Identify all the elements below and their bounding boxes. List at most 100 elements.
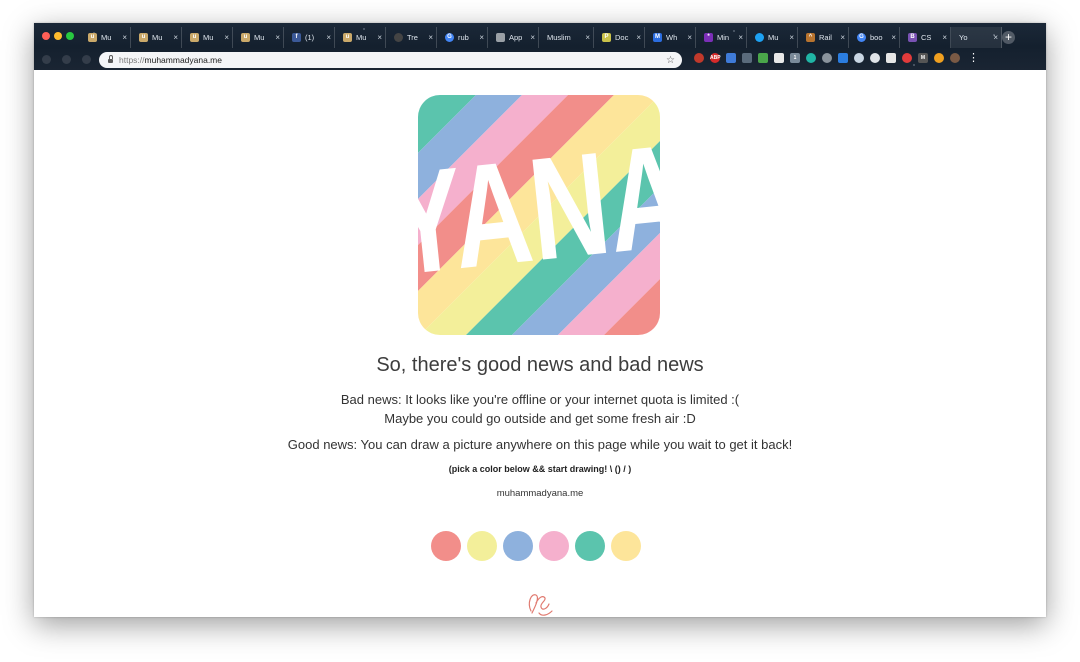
tab-favicon-icon: M bbox=[653, 33, 662, 42]
tab-favicon-icon: u bbox=[88, 33, 97, 42]
tab-close-icon[interactable]: × bbox=[585, 33, 590, 42]
extension-icon-1[interactable]: ABP bbox=[710, 53, 721, 63]
tab-favicon-icon: ^ bbox=[806, 33, 815, 42]
color-palette bbox=[431, 531, 647, 561]
tab-close-icon[interactable]: × bbox=[275, 33, 280, 42]
extension-icon-2[interactable] bbox=[726, 53, 736, 63]
extension-icon-11[interactable] bbox=[870, 53, 880, 63]
signature-icon bbox=[528, 594, 553, 616]
tab-close-icon[interactable]: × bbox=[789, 33, 794, 42]
tab-11[interactable]: M Wh × bbox=[645, 27, 696, 48]
tab-favicon-icon: B bbox=[908, 33, 917, 42]
extension-icon-13[interactable] bbox=[902, 53, 912, 63]
tab-15[interactable]: Gboo × bbox=[849, 27, 900, 48]
browser-menu-icon[interactable]: ⋮ bbox=[968, 53, 979, 64]
url-text[interactable]: https://muhammadyana.me bbox=[119, 55, 666, 65]
tab-title: Wh bbox=[666, 33, 678, 42]
tab-6[interactable]: Tre × bbox=[386, 27, 437, 48]
color-swatch-blue[interactable] bbox=[503, 531, 533, 561]
tab-favicon-icon: f bbox=[292, 33, 301, 42]
good-news-text: Good news: You can draw a picture anywhe… bbox=[287, 437, 793, 452]
extension-icon-0[interactable] bbox=[694, 53, 704, 63]
color-swatch-teal[interactable] bbox=[575, 531, 605, 561]
tab-close-icon[interactable]: × bbox=[326, 33, 331, 42]
extension-icon-6[interactable]: 1 bbox=[790, 53, 800, 63]
forward-icon[interactable] bbox=[62, 55, 71, 64]
tab-9[interactable]: Muslim × bbox=[539, 27, 594, 48]
tab-close-icon[interactable]: × bbox=[942, 33, 947, 42]
tab-close-icon[interactable]: × bbox=[479, 33, 484, 42]
extension-icon-4[interactable] bbox=[758, 53, 768, 63]
tab-17[interactable]: Yo × bbox=[951, 27, 1002, 48]
tab-title: Min bbox=[717, 33, 730, 42]
tab-1[interactable]: u Mu × bbox=[131, 27, 182, 48]
tab-close-icon[interactable]: × bbox=[224, 33, 229, 42]
extension-icon-3[interactable] bbox=[742, 53, 752, 63]
color-swatch-red[interactable] bbox=[431, 531, 461, 561]
color-swatch-pink[interactable] bbox=[539, 531, 569, 561]
tab-close-icon[interactable]: × bbox=[377, 33, 382, 42]
extension-icon-14[interactable]: M bbox=[918, 53, 928, 63]
tab-title: rub bbox=[458, 33, 469, 42]
extension-icon-9[interactable] bbox=[838, 53, 848, 63]
tab-close-icon[interactable]: × bbox=[891, 33, 896, 42]
tab-14[interactable]: ^ Rail × bbox=[798, 27, 849, 48]
tab-13[interactable]: Mu × bbox=[747, 27, 798, 48]
tab-favicon-icon bbox=[755, 33, 764, 42]
tab-10[interactable]: P Doc × bbox=[594, 27, 645, 48]
address-bar[interactable]: https://muhammadyana.me ☆ bbox=[99, 52, 682, 68]
extension-icon-5[interactable] bbox=[774, 53, 784, 63]
tab-title: Yo bbox=[959, 33, 968, 42]
tab-12[interactable]: * Min × bbox=[696, 27, 747, 48]
tab-4[interactable]: f (1) × bbox=[284, 27, 335, 48]
tab-favicon-icon: u bbox=[139, 33, 148, 42]
window-maximize-button[interactable] bbox=[66, 32, 74, 40]
tab-title: boo bbox=[870, 33, 883, 42]
tab-close-icon[interactable]: × bbox=[173, 33, 178, 42]
extensions-bar: ABP 1 M ⋮ bbox=[694, 53, 979, 64]
yana-logo: YANA bbox=[418, 95, 660, 335]
tab-close-icon[interactable]: × bbox=[993, 33, 998, 42]
tab-2[interactable]: u Mu × bbox=[182, 27, 233, 48]
tab-8[interactable]: App × bbox=[488, 27, 539, 48]
extension-icon-16[interactable] bbox=[950, 53, 960, 63]
tab-close-icon[interactable]: × bbox=[122, 33, 127, 42]
extension-icon-8[interactable] bbox=[822, 53, 832, 63]
tab-16[interactable]: B CS × bbox=[900, 27, 951, 48]
color-swatch-yellow[interactable] bbox=[467, 531, 497, 561]
tab-7[interactable]: Grub × bbox=[437, 27, 488, 48]
page-headline: So, there's good news and bad news bbox=[376, 354, 704, 376]
site-name: muhammadyana.me bbox=[496, 488, 584, 499]
tab-close-icon[interactable]: × bbox=[530, 33, 535, 42]
tab-close-icon[interactable]: × bbox=[738, 33, 743, 42]
window-minimize-button[interactable] bbox=[54, 32, 62, 40]
new-tab-button[interactable]: + bbox=[1002, 31, 1015, 44]
color-swatch-orange[interactable] bbox=[611, 531, 641, 561]
tab-0[interactable]: u Mu × bbox=[80, 27, 131, 48]
tab-5[interactable]: u Mu × bbox=[335, 27, 386, 48]
tab-favicon-icon: u bbox=[241, 33, 250, 42]
tab-close-icon[interactable]: × bbox=[636, 33, 641, 42]
tab-close-icon[interactable]: × bbox=[428, 33, 433, 42]
fresh-air-text: Maybe you could go outside and get some … bbox=[384, 411, 696, 426]
page-content[interactable]: YANA So, there's good news and bad news … bbox=[34, 70, 1046, 617]
tab-title: Muslim bbox=[547, 33, 571, 42]
extension-icon-10[interactable] bbox=[854, 53, 864, 63]
tab-favicon-icon bbox=[394, 33, 403, 42]
back-icon[interactable] bbox=[42, 55, 51, 64]
tab-3[interactable]: u Mu × bbox=[233, 27, 284, 48]
tab-close-icon[interactable]: × bbox=[840, 33, 845, 42]
extension-icon-7[interactable] bbox=[806, 53, 816, 63]
reload-icon[interactable] bbox=[82, 55, 91, 64]
bookmark-star-icon[interactable]: ☆ bbox=[666, 55, 675, 66]
extension-icon-12[interactable] bbox=[886, 53, 896, 63]
window-close-button[interactable] bbox=[42, 32, 50, 40]
tab-title: Mu bbox=[152, 33, 163, 42]
bad-news-text: Bad news: It looks like you're offline o… bbox=[340, 392, 740, 407]
tab-close-icon[interactable]: × bbox=[687, 33, 692, 42]
lock-icon bbox=[108, 55, 113, 63]
tab-favicon-icon: * bbox=[704, 33, 713, 42]
extension-icon-15[interactable] bbox=[934, 53, 944, 63]
tab-strip: u Mu × u Mu × u Mu × u Mu × f (1) × u Mu × Tre × Grub × App × Mu… bbox=[80, 27, 1002, 48]
browser-chrome: u Mu × u Mu × u Mu × u Mu × f (1) × u Mu × Tre × Grub × App × Mu… bbox=[34, 23, 1046, 70]
